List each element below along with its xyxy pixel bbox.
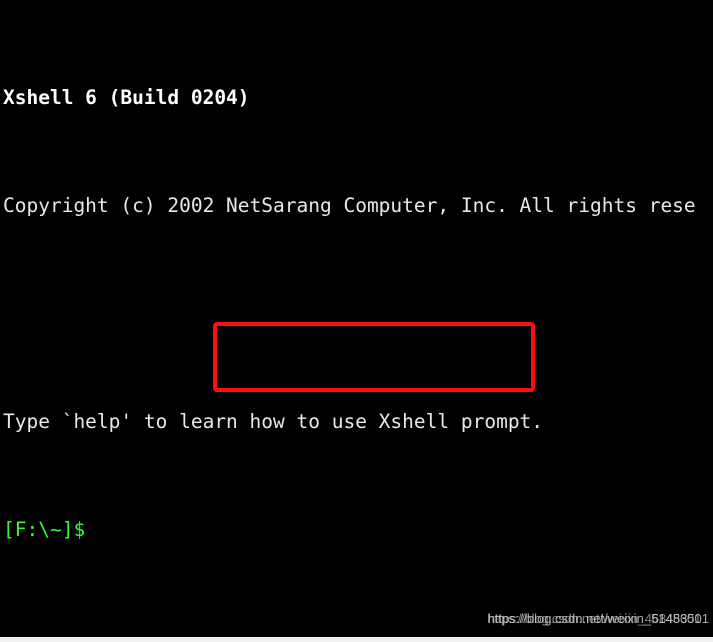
terminal-line-blank-1 — [3, 300, 713, 327]
banner-help-text: Type `help' to learn how to use Xshell p… — [3, 410, 544, 433]
bottom-bar — [0, 637, 713, 642]
terminal-line-banner-title: Xshell 6 (Build 0204) — [3, 84, 713, 111]
terminal-screen[interactable]: Xshell 6 (Build 0204) Copyright (c) 2002… — [3, 3, 713, 637]
terminal-line-banner-help: Type `help' to learn how to use Xshell p… — [3, 408, 713, 435]
watermark: https://blog.csdn.net/weixin_51483501 ht… — [409, 609, 709, 631]
watermark-url-secondary: https://blog.csdn.net/weixin_46845601 — [487, 611, 701, 626]
terminal-line-local-prompt: [F:\~]$ — [3, 516, 713, 543]
terminal-line-banner-copyright: Copyright (c) 2002 NetSarang Computer, I… — [3, 192, 713, 219]
banner-title-text: Xshell 6 (Build 0204) — [3, 86, 250, 109]
local-shell-prompt: [F:\~]$ — [3, 518, 86, 541]
terminal-window[interactable]: Xshell 6 (Build 0204) Copyright (c) 2002… — [0, 0, 713, 637]
banner-copyright-text: Copyright (c) 2002 NetSarang Computer, I… — [3, 194, 696, 217]
